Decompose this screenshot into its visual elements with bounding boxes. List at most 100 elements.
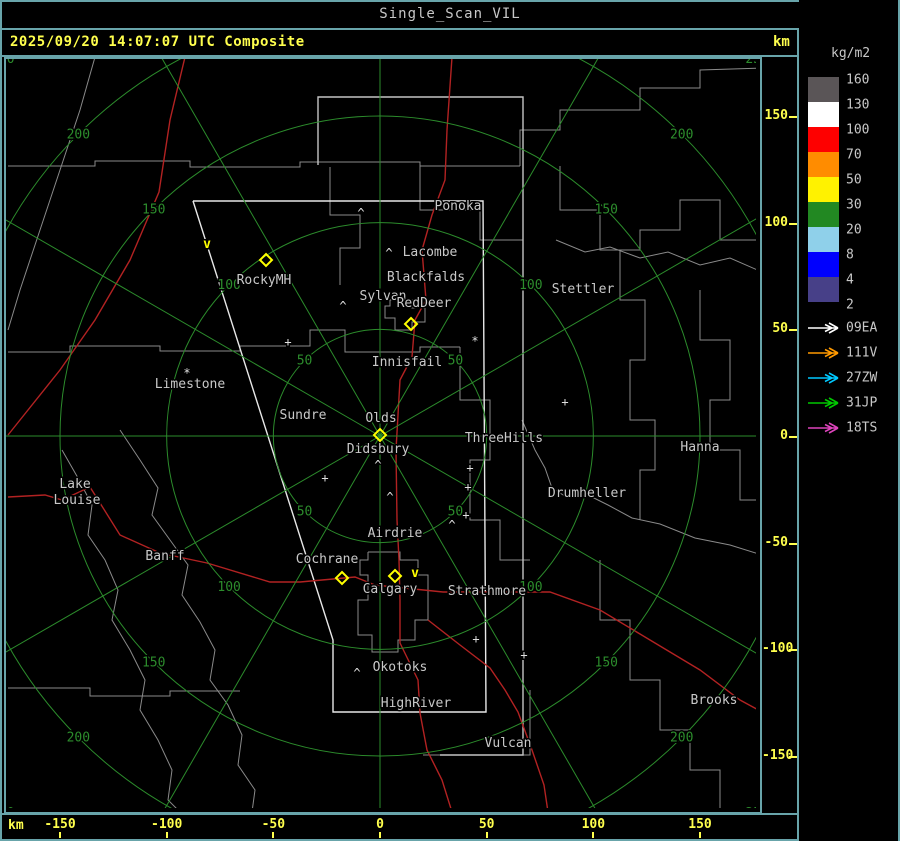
poi-marker: * <box>471 334 478 348</box>
wind-v-marker: v <box>203 237 211 252</box>
radar-arrow-label: 27ZW <box>846 370 878 386</box>
county-boundary <box>619 250 656 520</box>
legend-swatch-label: 160 <box>846 72 870 88</box>
town-label: Strathmore <box>448 584 526 599</box>
poi-marker: ^ <box>374 458 381 472</box>
radar-arrow-label: 18TS <box>846 420 878 436</box>
ring-label: 50 <box>297 354 313 369</box>
poi-marker: + <box>462 508 469 522</box>
poi-marker: ^ <box>386 490 393 504</box>
legend-panel: kg/m2 160 130 100 70 50 30 20 8 4 2 09EA 111V 27ZW 31… <box>799 0 898 841</box>
ring-label: 50 <box>448 354 464 369</box>
town-label: RockyMH <box>237 273 292 288</box>
town-label: Lacombe <box>403 245 458 260</box>
ring-label: 200 <box>67 731 90 746</box>
ring-label: 150 <box>142 203 165 218</box>
right-axis-tick <box>789 542 797 545</box>
ring-label: 250 <box>745 59 756 67</box>
poi-marker: + <box>284 335 291 349</box>
right-axis-tick <box>789 222 797 225</box>
town-label: Hanna <box>680 440 719 455</box>
poi-marker: ^ <box>339 299 346 313</box>
bottom-axis-tick <box>592 832 595 838</box>
bottom-axis-tick-label: -50 <box>261 817 286 832</box>
county-boundary <box>7 59 95 331</box>
legend-swatch-label: 8 <box>846 247 854 263</box>
poi-marker: ^ <box>385 246 392 260</box>
azimuth-radial <box>379 435 756 654</box>
county-boundary <box>555 239 756 270</box>
right-axis-unit: km <box>773 34 790 50</box>
town-label: Sundre <box>280 408 327 423</box>
azimuth-radial <box>161 59 381 437</box>
legend-swatch-label: 20 <box>846 222 862 238</box>
poi-marker: ^ <box>353 666 360 680</box>
town-label: Blackfalds <box>387 270 465 285</box>
legend-swatch-label: 130 <box>846 97 870 113</box>
county-boundary <box>559 166 756 251</box>
legend-swatch-label: 70 <box>846 147 862 163</box>
right-axis-tick <box>789 649 797 652</box>
legend-swatch-label: 30 <box>846 197 862 213</box>
radar-arrow-icon <box>808 397 839 409</box>
radar-map-canvas[interactable]: 5010015020025050100150200250501001502002… <box>6 59 756 808</box>
legend-swatch <box>808 102 839 127</box>
county-boundary <box>8 160 520 168</box>
town-label: Drumheller <box>548 486 626 501</box>
legend-swatch-label: 2 <box>846 297 854 313</box>
ring-label: 100 <box>217 580 240 595</box>
poi-marker: ^ <box>448 518 455 532</box>
right-axis-tick-label: -100 <box>762 641 794 657</box>
right-axis-tick <box>789 329 797 332</box>
ring-label: 250 <box>6 59 15 67</box>
bottom-axis-tick <box>272 832 275 838</box>
right-axis-tick <box>789 755 797 758</box>
ring-label: 150 <box>595 655 618 670</box>
town-label: Brooks <box>691 693 738 708</box>
ring-label: 100 <box>519 278 542 293</box>
county-boundary <box>119 429 256 808</box>
bottom-axis: km -150 -100 -50 0 50 100 150 <box>4 816 797 838</box>
town-label: HighRiver <box>381 696 452 711</box>
legend-swatch <box>808 77 839 102</box>
town-label: Didsbury <box>347 442 410 457</box>
town-label: Louise <box>54 493 101 508</box>
bottom-axis-tick-label: 50 <box>478 817 495 832</box>
right-axis-tick-label: 150 <box>764 108 788 123</box>
legend-swatch <box>808 252 839 277</box>
window-border-top <box>0 0 900 2</box>
wind-v-marker: v <box>411 566 419 581</box>
bottom-axis-tick-label: 150 <box>688 817 712 832</box>
town-label: Calgary <box>363 582 418 597</box>
right-axis-tick-label: -50 <box>764 534 788 550</box>
ring-label: 200 <box>670 731 693 746</box>
bottom-axis-unit: km <box>8 818 24 833</box>
town-label: Lake <box>59 477 90 492</box>
legend-swatch-label: 50 <box>846 172 862 188</box>
bottom-axis-tick <box>59 832 61 838</box>
town-label: Airdrie <box>368 526 423 541</box>
azimuth-radial <box>164 435 381 808</box>
legend-swatch <box>808 277 839 302</box>
scan-timestamp: 2025/09/20 14:07:07 UTC Composite <box>10 34 305 50</box>
poi-marker: * <box>183 366 190 380</box>
county-boundary <box>8 687 240 697</box>
radar-app-window: Single_Scan_VIL 2025/09/20 14:07:07 UTC … <box>0 0 900 841</box>
town-label: Okotoks <box>373 660 428 675</box>
right-axis-tick-label: 100 <box>764 214 788 230</box>
bottom-axis-tick <box>698 832 701 838</box>
bottom-axis-tick-label: 100 <box>581 817 606 832</box>
right-axis-tick-label: 50 <box>772 321 788 337</box>
right-axis: 150 100 50 0 -50 -100 -150 <box>762 57 797 814</box>
town-label: RedDeer <box>397 296 452 311</box>
ring-label: 200 <box>67 127 90 142</box>
legend-swatch-label: 100 <box>846 122 870 138</box>
bottom-axis-tick <box>485 832 488 838</box>
ring-label: 250 <box>6 806 15 808</box>
window-title: Single_Scan_VIL <box>379 6 521 22</box>
radar-map-frame: 5010015020025050100150200250501001502002… <box>4 57 762 814</box>
poi-marker: + <box>520 648 527 662</box>
radar-arrow-icon <box>808 347 839 359</box>
radar-arrow-icon <box>808 372 839 384</box>
right-axis-tick <box>789 116 797 118</box>
